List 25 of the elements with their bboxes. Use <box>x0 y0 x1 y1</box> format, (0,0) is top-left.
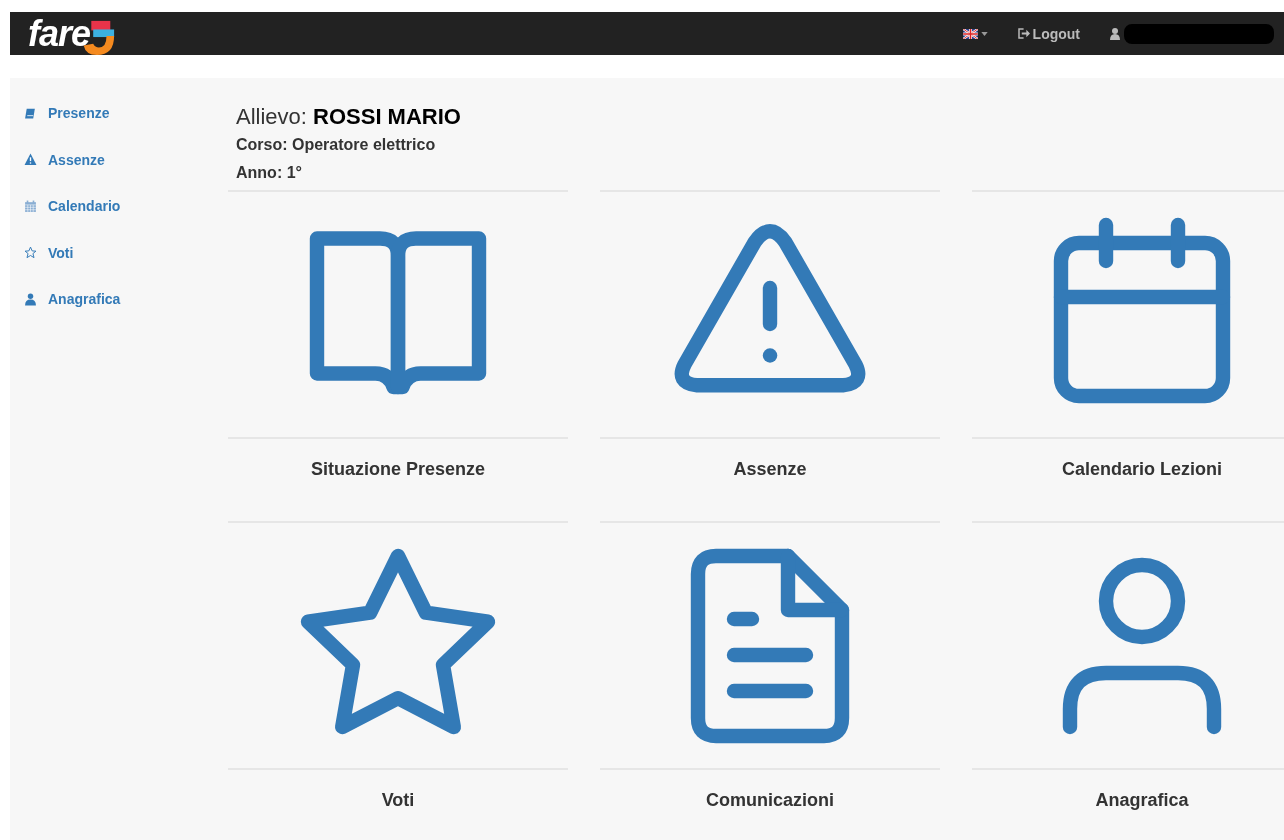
sidebar-item[interactable]: Anagrafica <box>10 276 228 323</box>
caret-icon <box>980 31 988 36</box>
logout-link[interactable]: Logout <box>1017 25 1080 42</box>
logo[interactable]: fare <box>28 12 117 55</box>
book-icon <box>24 106 37 120</box>
user-icon <box>1110 27 1120 40</box>
sidebar-item[interactable]: Calendario <box>10 183 228 230</box>
dashboard-tile[interactable]: Situazione Presenze <box>228 190 568 521</box>
sidebar-item[interactable]: Voti <box>10 229 228 276</box>
warning-icon <box>24 153 37 167</box>
dashboard-tile[interactable]: Voti <box>228 521 568 840</box>
user-icon <box>24 292 37 306</box>
student-name: Allievo: ROSSI MARIO <box>236 104 462 130</box>
sidebar-item[interactable]: Assenze <box>10 136 228 183</box>
dashboard-tile[interactable]: Anagrafica <box>972 521 1284 840</box>
logout-icon <box>1017 28 1031 39</box>
flag-icon <box>962 28 978 39</box>
year-label: Anno: 1° <box>236 164 303 182</box>
dashboard-tile[interactable]: Comunicazioni <box>600 521 940 840</box>
dashboard-tile[interactable]: Calendario Lezioni <box>972 190 1284 521</box>
calendar-icon <box>24 199 37 213</box>
sidebar-item[interactable]: Presenze <box>10 90 228 137</box>
course-label: Corso: Operatore elettrico <box>236 136 437 154</box>
star-icon <box>24 246 37 260</box>
dashboard-tile[interactable]: Assenze <box>600 190 940 521</box>
